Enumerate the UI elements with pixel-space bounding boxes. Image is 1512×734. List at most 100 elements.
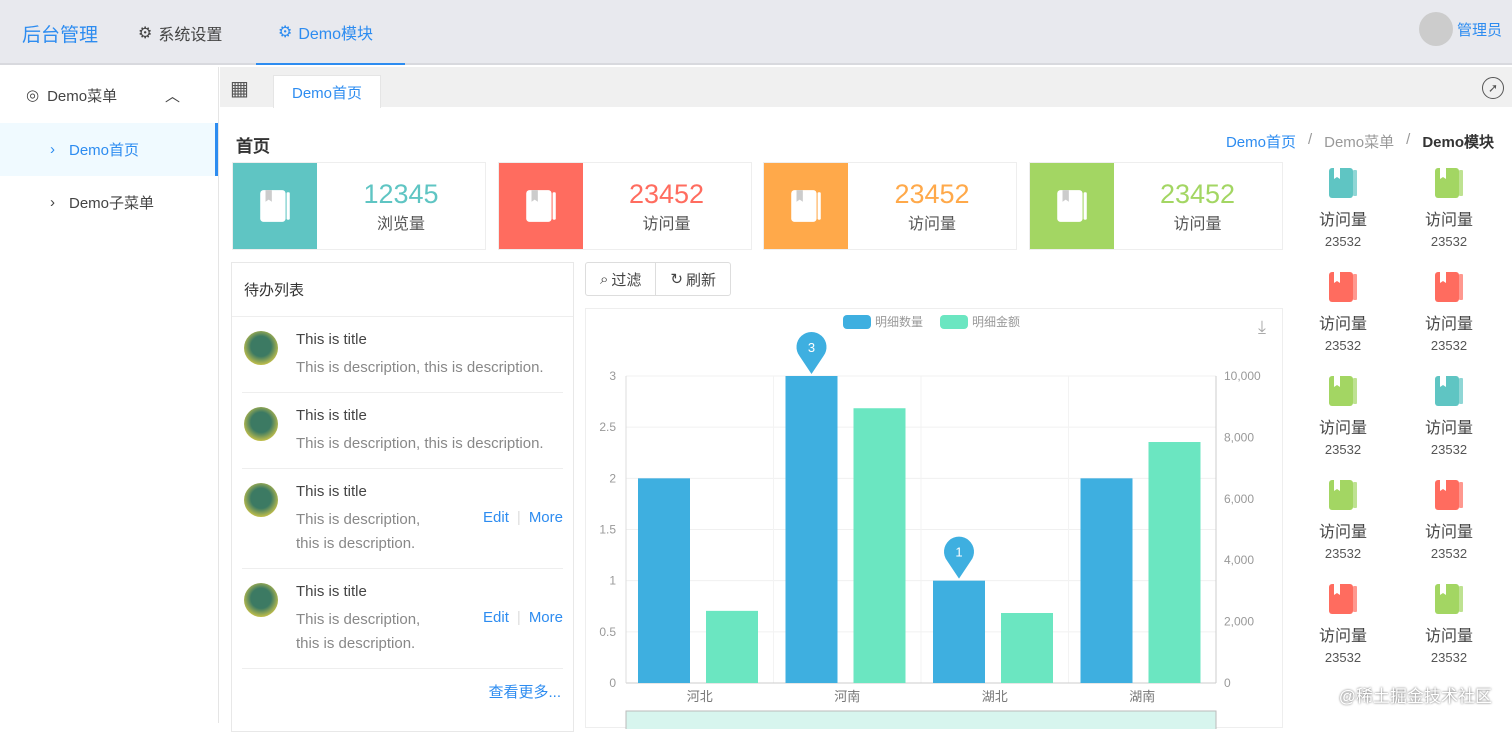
sidebar-group-demo-menu[interactable]: ◎ Demo菜单 ︿	[0, 67, 218, 123]
stat-tile[interactable]: 访问量 23532	[1290, 165, 1396, 249]
book-icon	[233, 163, 317, 249]
stat-tile[interactable]: 访问量 23532	[1396, 373, 1502, 457]
bar-明细金额	[853, 408, 906, 683]
stat-tile[interactable]: 访问量 23532	[1396, 477, 1502, 561]
bar-明细数量	[638, 478, 690, 683]
refresh-label: 刷新	[686, 271, 717, 289]
stat-value: 23452	[894, 179, 970, 209]
stat-label: 访问量	[907, 216, 956, 233]
todo-title: 待办列表	[232, 263, 573, 317]
tab-bar: ▦ Demo首页 ➚	[220, 67, 1512, 108]
item-description: This is description, this is description…	[296, 435, 544, 452]
more-link[interactable]: More	[529, 509, 563, 526]
stat-tile[interactable]: 访问量 23532	[1396, 581, 1502, 665]
edit-link[interactable]: Edit	[483, 509, 509, 526]
stat-tile[interactable]: 访问量 23532	[1290, 477, 1396, 561]
tile-label: 访问量	[1424, 524, 1473, 541]
breadcrumb-item[interactable]: Demo菜单	[1324, 131, 1394, 152]
stat-label: 访问量	[1173, 216, 1222, 233]
more-link[interactable]: More	[529, 609, 563, 626]
y-left-tick-label: 3	[609, 369, 616, 383]
y-right-tick-label: 8,000	[1224, 430, 1254, 444]
x-tick-label: 湖南	[1129, 689, 1155, 704]
book-icon	[764, 163, 848, 249]
stat-value: 23452	[628, 179, 705, 209]
stat-label: 浏览量	[376, 216, 425, 233]
item-description: This is description, this is description…	[296, 359, 544, 376]
avatar	[244, 483, 278, 517]
tile-label: 访问量	[1424, 212, 1473, 229]
book-icon	[1290, 269, 1396, 310]
book-icon	[1290, 581, 1396, 622]
tile-label: 访问量	[1318, 628, 1367, 645]
tile-value: 23532	[1324, 234, 1362, 249]
compass-icon[interactable]: ➚	[1482, 77, 1504, 99]
y-left-tick-label: 0	[609, 676, 616, 690]
download-icon: ⤓	[1258, 317, 1266, 337]
watermark: @稀土掘金技术社区	[1338, 687, 1492, 706]
book-icon	[1396, 477, 1502, 518]
legend-swatch	[940, 315, 968, 329]
nav-label: Demo模块	[298, 25, 374, 43]
avatar	[244, 331, 278, 365]
y-left-tick-label: 2.5	[599, 420, 616, 434]
grid-icon[interactable]: ▦	[230, 76, 249, 101]
breadcrumb-item: Demo模块	[1422, 134, 1494, 151]
filter-button[interactable]: ⌕ 过滤	[586, 263, 655, 295]
book-icon	[1290, 373, 1396, 414]
x-tick-label: 河南	[834, 689, 860, 704]
tile-label: 访问量	[1318, 316, 1367, 333]
bar-明细金额	[706, 610, 758, 683]
brand-title[interactable]: 后台管理	[22, 20, 98, 47]
item-title: This is title	[296, 583, 367, 600]
chart-svg: 0 0.5 1 1.5 2 2.5 3 0 2,000 4,000 6,000 8,000 10,000…	[599, 314, 1266, 732]
stat-tile[interactable]: 访问量 23532	[1290, 373, 1396, 457]
right-panel: 访问量 23532 访问量 23532 访问量 23532 访问量 23532 访问量 23532…	[1290, 165, 1502, 665]
nav-demo-module[interactable]: ⚙ Demo模块	[256, 0, 405, 65]
edit-link[interactable]: Edit	[483, 609, 509, 626]
data-zoom-slider	[625, 710, 1217, 732]
refresh-icon: ↻	[670, 271, 683, 288]
tile-label: 访问量	[1424, 316, 1473, 333]
book-icon	[1290, 165, 1396, 206]
tile-label: 访问量	[1318, 420, 1367, 437]
tile-label: 访问量	[1424, 420, 1473, 437]
refresh-button[interactable]: ↻ 刷新	[655, 263, 730, 295]
stat-tile[interactable]: 访问量 23532	[1290, 269, 1396, 353]
stat-value: 23452	[1159, 179, 1236, 209]
bar-明细数量	[1080, 478, 1133, 683]
bar-chart: 0 0.5 1 1.5 2 2.5 3 0 2,000 4,000 6,000 8,000 10,000…	[585, 308, 1283, 732]
user-menu[interactable]: 管理员	[1418, 12, 1502, 46]
view-more-link[interactable]: 查看更多...	[232, 669, 573, 714]
breadcrumb-item[interactable]: Demo首页	[1226, 131, 1296, 152]
tab-demo-home[interactable]: Demo首页	[273, 75, 381, 108]
bar-明细数量	[785, 376, 838, 683]
tile-value: 23532	[1430, 650, 1468, 665]
avatar	[1418, 12, 1453, 46]
chevron-up-icon: ︿	[164, 87, 180, 105]
y-right-tick-label: 0	[1224, 676, 1231, 690]
stat-tile[interactable]: 访问量 23532	[1396, 269, 1502, 353]
tile-label: 访问量	[1318, 212, 1367, 229]
list-item: This is title This is description, this i…	[242, 317, 563, 393]
legend-label: 明细金额	[972, 314, 1020, 329]
item-description: This is description, this is description…	[296, 611, 421, 652]
filter-label: 过滤	[611, 271, 642, 289]
item-label: Demo子菜单	[69, 195, 155, 212]
stat-tile[interactable]: 访问量 23532	[1396, 165, 1502, 249]
stat-tile[interactable]: 访问量 23532	[1290, 581, 1396, 665]
bar-明细数量	[933, 580, 985, 683]
gear-icon: ⚙	[278, 23, 293, 41]
tile-value: 23532	[1430, 234, 1468, 249]
stat-label: 访问量	[642, 216, 691, 233]
sidebar-item-demo-submenu[interactable]: › Demo子菜单	[0, 176, 218, 229]
bar-明细金额	[1148, 442, 1201, 683]
item-label: Demo首页	[69, 142, 140, 159]
chevron-right-icon: ›	[50, 194, 55, 211]
tile-value: 23532	[1324, 338, 1362, 353]
user-name: 管理员	[1456, 21, 1502, 39]
marker-label: 1	[955, 545, 962, 560]
stat-value: 12345	[363, 179, 439, 209]
sidebar-item-demo-home[interactable]: › Demo首页	[0, 123, 218, 176]
nav-system-settings[interactable]: ⚙ 系统设置	[138, 0, 222, 65]
